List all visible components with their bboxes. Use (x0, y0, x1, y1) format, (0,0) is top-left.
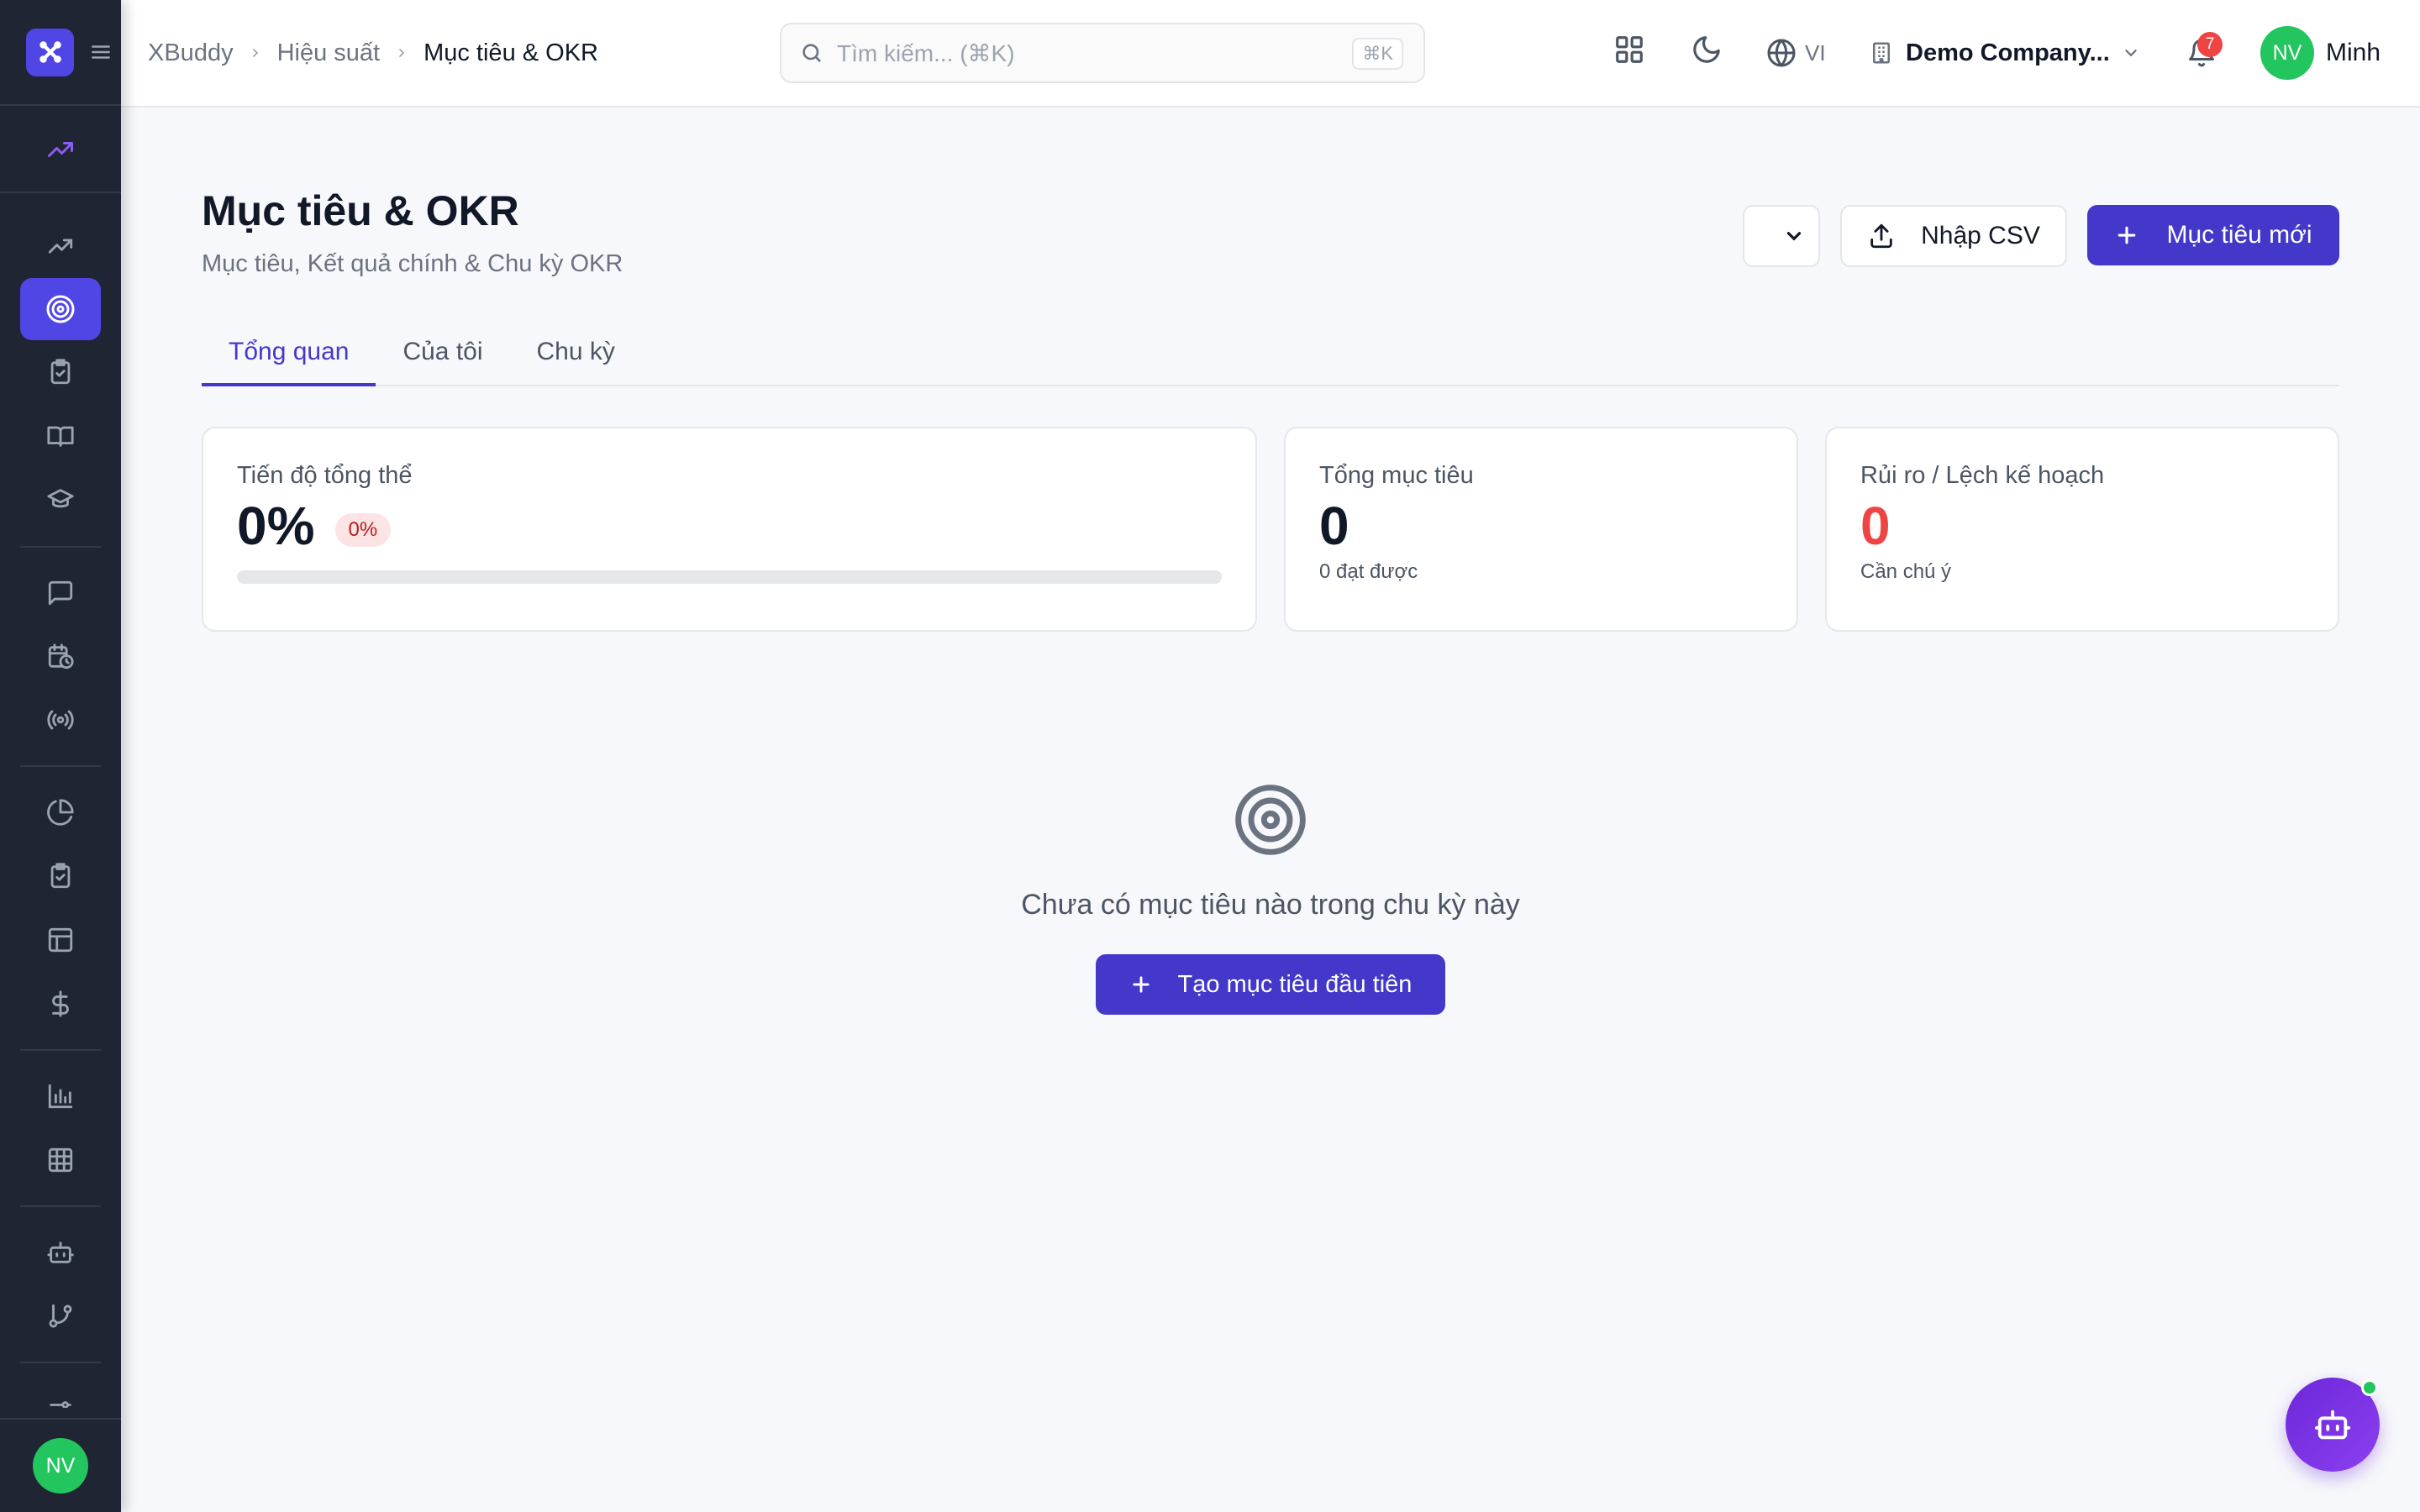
book-open-icon (46, 422, 75, 450)
sidebar-item-reports[interactable] (20, 1065, 101, 1127)
user-avatar[interactable]: NV (2260, 26, 2314, 80)
new-objective-button[interactable]: Mục tiêu mới (2087, 205, 2339, 265)
cycle-select[interactable] (1743, 205, 1820, 267)
breadcrumb: XBuddy Hiệu suất Mục tiêu & OKR (148, 0, 598, 106)
status-badge: 0% (334, 513, 392, 548)
search-shortcut: ⌘K (1352, 38, 1403, 70)
company-name: Demo Company... (1906, 39, 2110, 66)
sidebar-item-analytics[interactable] (20, 781, 101, 843)
plus-icon (1129, 973, 1153, 996)
breadcrumb-current: Mục tiêu & OKR (424, 39, 598, 66)
moon-icon[interactable] (1691, 34, 1723, 66)
sidebar-item-messages[interactable] (20, 562, 101, 624)
progress-bar (237, 570, 1222, 584)
sidebar-header (0, 0, 121, 106)
search-placeholder: Tìm kiếm... (⌘K) (837, 39, 1015, 66)
pie-chart-icon (46, 798, 75, 827)
overall-progress-card: Tiến độ tổng thể 0% 0% (202, 427, 1257, 632)
app-logo[interactable] (26, 28, 74, 76)
progress-value: 0% (237, 496, 315, 556)
target-icon (1232, 781, 1309, 858)
card-footnote: 0 đạt được (1319, 560, 1418, 583)
bar-chart-icon (46, 1082, 75, 1110)
sidebar-item-schedule[interactable] (20, 626, 101, 688)
card-label: Tiến độ tổng thể (237, 462, 413, 489)
sidebar-item-broadcast[interactable] (20, 689, 101, 751)
apps-grid-icon[interactable] (1613, 34, 1645, 66)
chevron-down-icon (1783, 225, 1805, 247)
card-label: Rủi ro / Lệch kế hoạch (1860, 462, 2105, 489)
calendar-clock-icon (46, 643, 75, 671)
page-subtitle: Mục tiêu, Kết quả chính & Chu kỳ OKR (202, 250, 623, 277)
risk-card: Rủi ro / Lệch kế hoạch 0 Cần chú ý (1825, 427, 2339, 632)
chevron-right-icon (395, 45, 408, 60)
create-first-objective-button[interactable]: Tạo mục tiêu đầu tiên (1096, 954, 1445, 1015)
clipboard-check-icon (46, 358, 75, 386)
sidebar-item-workflow[interactable] (20, 1285, 101, 1347)
online-status-dot (2361, 1379, 2378, 1396)
new-objective-label: Mục tiêu mới (2166, 221, 2312, 249)
search-icon (800, 41, 823, 65)
user-name[interactable]: Minh (2326, 0, 2381, 106)
sidebar-item-payroll[interactable] (20, 973, 101, 1035)
card-footnote: Cần chú ý (1860, 560, 1952, 583)
git-branch-icon (46, 1302, 75, 1331)
language-switcher[interactable]: VI (1766, 0, 1826, 106)
layout-icon (46, 926, 75, 954)
building-icon (1869, 40, 1894, 66)
bot-icon (46, 1238, 75, 1267)
sidebar-item-tables[interactable] (20, 1129, 101, 1191)
sidebar-item-reviews[interactable] (20, 341, 101, 403)
total-objectives-card: Tổng mục tiêu 0 0 đạt được (1284, 427, 1798, 632)
sidebar-item-settings[interactable] (20, 1374, 101, 1408)
card-value: 0 (1319, 496, 1349, 556)
tab-cycles[interactable]: Chu kỳ (510, 328, 642, 386)
chevron-right-icon (249, 45, 262, 60)
sidebar-item-tasks[interactable] (20, 845, 101, 907)
sidebar-item-layout[interactable] (20, 909, 101, 971)
plus-icon (2114, 223, 2139, 248)
tab-overview[interactable]: Tổng quan (202, 328, 376, 386)
trend-up-icon (46, 232, 75, 260)
sidebar-item-ai[interactable] (20, 1221, 101, 1284)
tab-bar: Tổng quan Của tôi Chu kỳ (202, 328, 2339, 386)
top-header: XBuddy Hiệu suất Mục tiêu & OKR Tìm kiếm… (121, 0, 2420, 108)
sidebar-user-avatar[interactable]: NV (33, 1438, 88, 1494)
sidebar-item-okr[interactable] (20, 278, 101, 340)
import-csv-label: Nhập CSV (1921, 222, 2040, 249)
language-code: VI (1805, 39, 1826, 66)
sidebar-item-performance[interactable] (20, 118, 101, 181)
card-value: 0 (1860, 496, 1891, 556)
card-label: Tổng mục tiêu (1319, 462, 1474, 489)
trend-up-icon (45, 134, 76, 165)
globe-icon (1766, 38, 1797, 68)
sidebar-item-training[interactable] (20, 469, 101, 531)
table-grid-icon (46, 1146, 75, 1174)
empty-state-message: Chưa có mục tiêu nào trong chu kỳ này (1021, 889, 1520, 921)
upload-icon (1867, 222, 1896, 250)
company-switcher[interactable]: Demo Company... (1869, 0, 2140, 106)
breadcrumb-section[interactable]: Hiệu suất (277, 39, 381, 67)
sidebar-item-library[interactable] (20, 405, 101, 467)
chevron-down-icon (2122, 44, 2140, 62)
clipboard-check-icon (46, 862, 75, 890)
breadcrumb-home[interactable]: XBuddy (148, 39, 234, 67)
notification-badge: 7 (2197, 32, 2223, 57)
card-value: 0% 0% (237, 496, 1222, 555)
sidebar-item-kpi[interactable] (20, 215, 101, 277)
message-square-icon (46, 579, 75, 607)
page-title: Mục tiêu & OKR (202, 187, 519, 234)
create-first-objective-label: Tạo mục tiêu đầu tiên (1177, 970, 1413, 998)
sliders-icon (46, 1398, 75, 1408)
import-csv-button[interactable]: Nhập CSV (1840, 205, 2067, 267)
broadcast-icon (46, 706, 75, 734)
menu-toggle-icon[interactable] (89, 41, 113, 63)
target-icon (45, 294, 76, 324)
graduation-cap-icon (46, 486, 75, 514)
bot-icon (2313, 1405, 2352, 1444)
search-input[interactable]: Tìm kiếm... (⌘K) ⌘K (780, 23, 1425, 83)
tab-mine[interactable]: Của tôi (376, 328, 509, 386)
sidebar: NV (0, 0, 121, 1512)
dollar-icon (46, 990, 75, 1018)
